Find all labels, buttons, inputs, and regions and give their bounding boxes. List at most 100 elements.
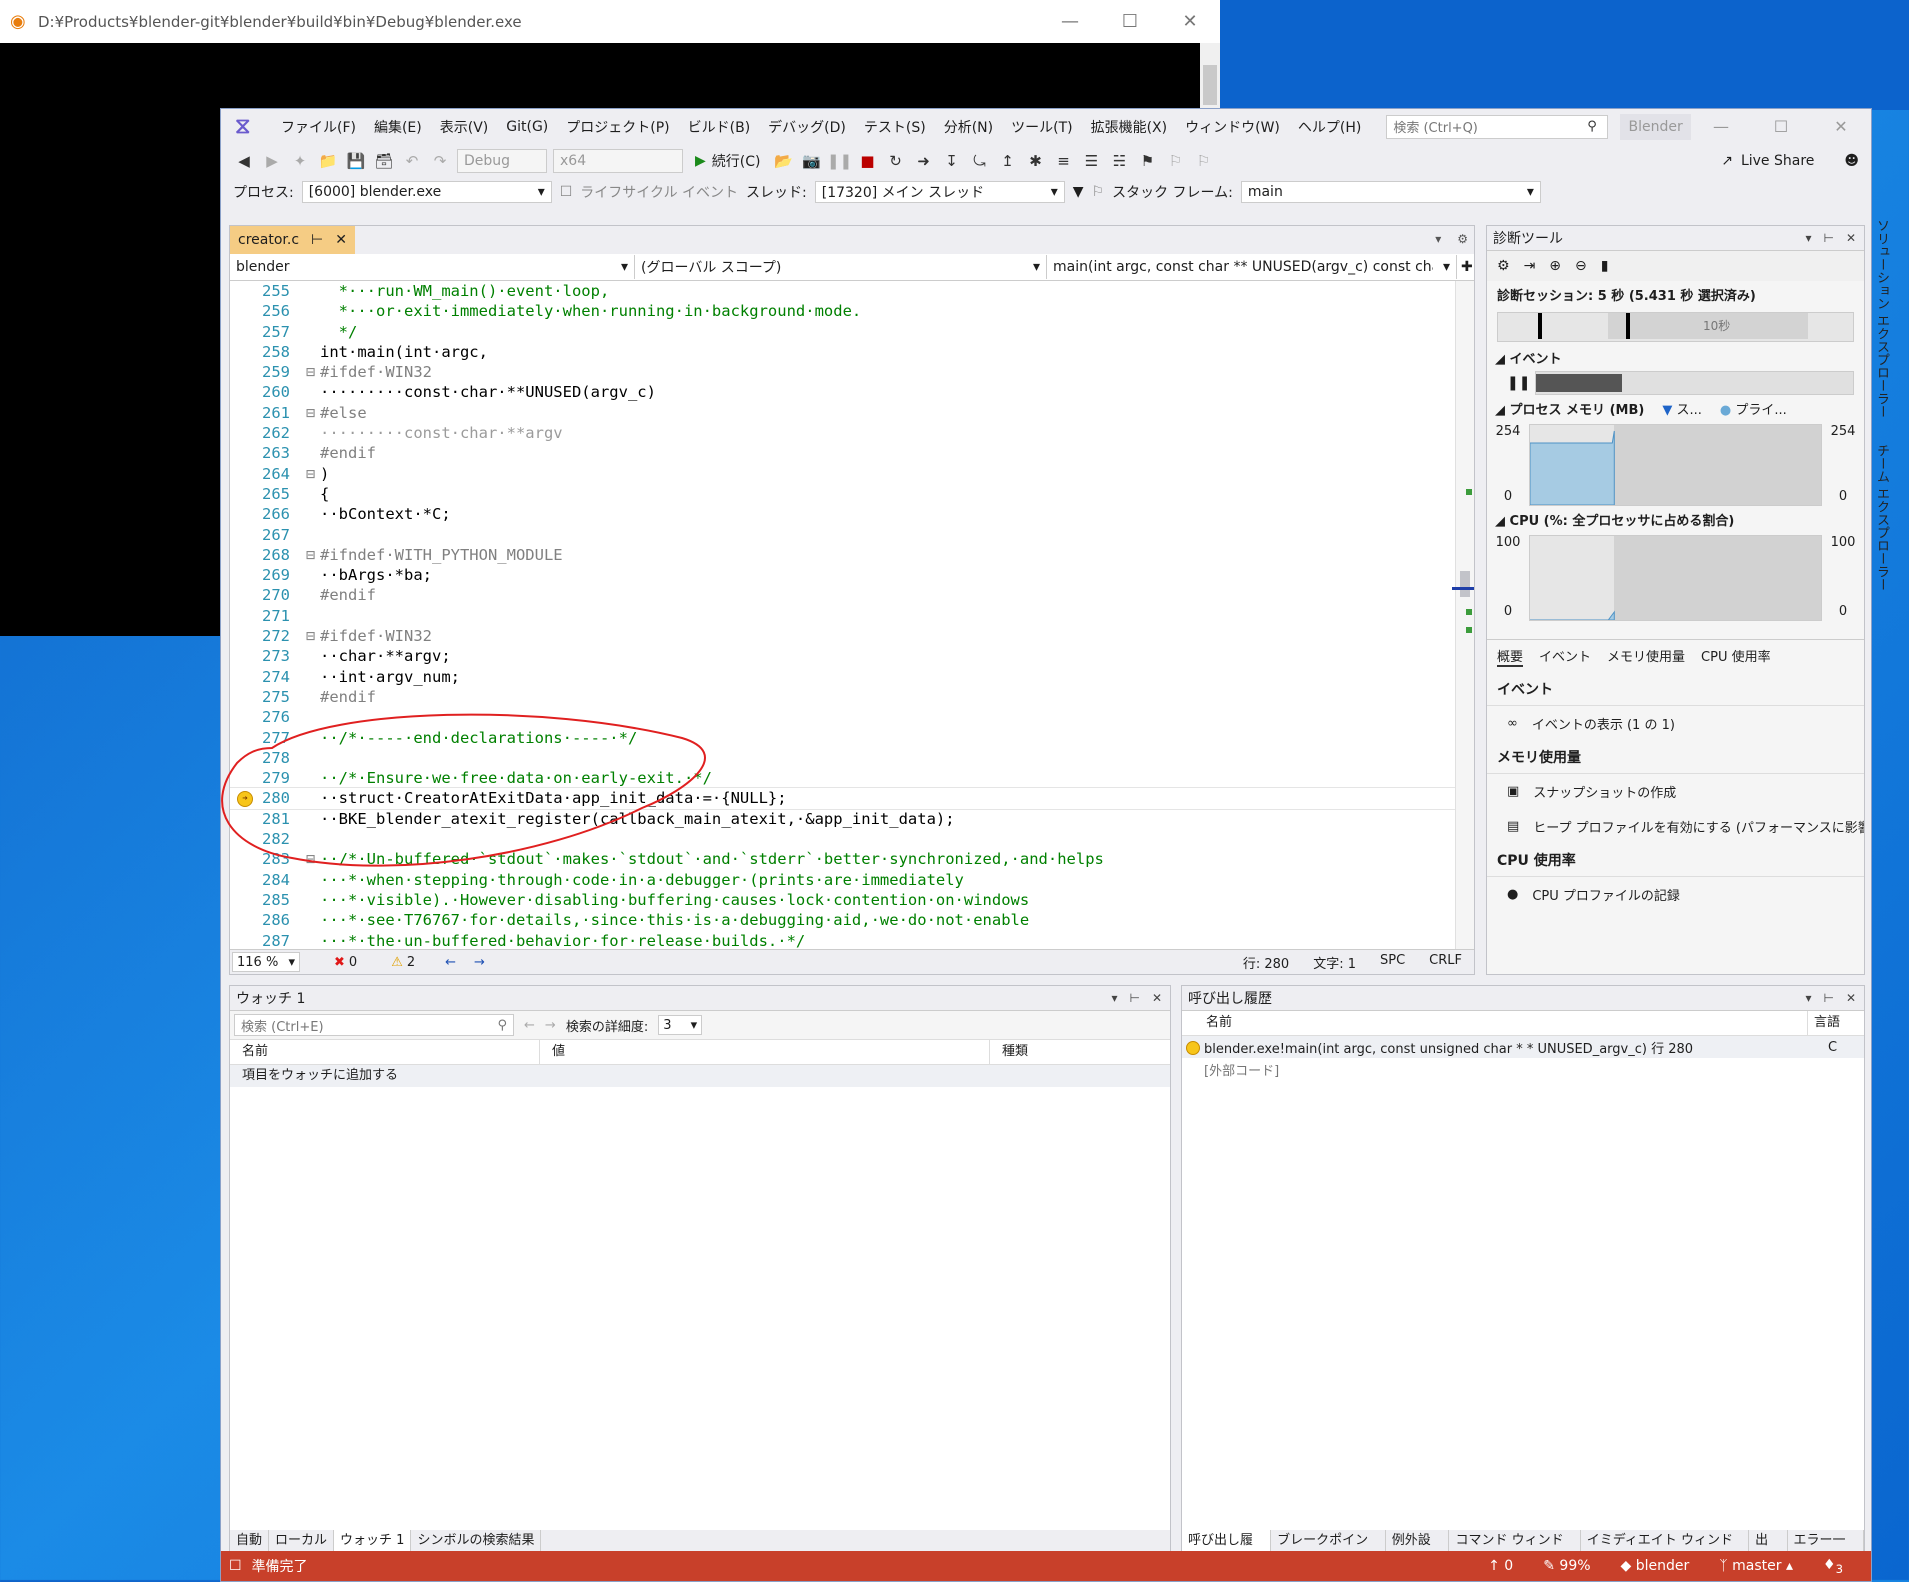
fold-toggle-icon[interactable]: ⊟	[306, 362, 320, 382]
tab-symbol-results[interactable]: シンボルの検索結果	[411, 1530, 542, 1552]
column-name[interactable]: 名前	[1182, 1011, 1808, 1035]
error-icon[interactable]: ✖	[334, 955, 345, 970]
watch-search-input[interactable]: 検索 (Ctrl+E) ⚲	[234, 1014, 514, 1036]
tab-immediate-window[interactable]: イミディエイト ウィンドウ	[1581, 1530, 1750, 1570]
settings-icon[interactable]: ⚙	[1457, 232, 1468, 246]
whitespace-info[interactable]: SPC	[1380, 953, 1405, 972]
save-icon[interactable]: 💾	[345, 150, 367, 172]
menu-debug[interactable]: デバッグ(D)	[759, 117, 855, 137]
restart-icon[interactable]: ↻	[884, 150, 906, 172]
hex-display-icon[interactable]: ✱	[1024, 150, 1046, 172]
stop-icon[interactable]: ■	[856, 150, 878, 172]
settings-icon[interactable]: ⚙	[1497, 258, 1510, 274]
scroll-thumb[interactable]	[1460, 571, 1470, 597]
tab-error-list[interactable]: エラー一覧	[1788, 1530, 1865, 1570]
tab-creator-c[interactable]: creator.c ⊢ ✕	[230, 226, 355, 254]
branch-selector[interactable]: ᛉ master ▴	[1719, 1558, 1793, 1574]
show-next-statement-icon[interactable]: ➜	[912, 150, 934, 172]
notifications-button[interactable]: ♦3	[1823, 1557, 1843, 1576]
code-line[interactable]: 269 ··bArgs·*ba;	[230, 565, 1456, 585]
code-line[interactable]: 283 ⊟ ··/*·Un-buffered·`stdout`·makes·`std…	[230, 849, 1456, 869]
events-section-header[interactable]: ◢ イベント	[1487, 346, 1864, 369]
call-stack-row[interactable]: blender.exe!main(int argc, const unsigne…	[1182, 1036, 1864, 1058]
menu-project[interactable]: プロジェクト(P)	[557, 117, 678, 137]
close-icon[interactable]: ✕	[1152, 991, 1162, 1005]
close-icon[interactable]: ✕	[1811, 117, 1871, 136]
filter-icon[interactable]: ▼	[1073, 184, 1084, 200]
navigate-forward-icon[interactable]: ▶	[261, 150, 283, 172]
show-events-link[interactable]: ∞ イベントの表示 (1 の 1)	[1487, 706, 1864, 741]
prev-issue-icon[interactable]: ←	[445, 955, 456, 970]
maximize-icon[interactable]: ☐	[1751, 117, 1811, 136]
platform-select[interactable]: x64	[553, 149, 683, 173]
code-line[interactable]: 261 ⊟ #else	[230, 403, 1456, 423]
zoom-in-icon[interactable]: ⊕	[1549, 258, 1561, 274]
tab-exception-settings[interactable]: 例外設定	[1386, 1530, 1450, 1570]
thread-icon[interactable]: ≡	[1052, 150, 1074, 172]
menu-file[interactable]: ファイル(F)	[272, 117, 365, 137]
code-line[interactable]: 282	[230, 829, 1456, 849]
step-out-icon[interactable]: ↥	[996, 150, 1018, 172]
maximize-icon[interactable]: ☐	[1100, 11, 1160, 32]
fold-toggle-icon[interactable]: ⊟	[306, 403, 320, 423]
lifecycle-icon[interactable]: ☐	[560, 184, 573, 200]
fold-toggle-icon[interactable]: ⊟	[306, 626, 320, 646]
fold-toggle-icon[interactable]: ⊟	[306, 849, 320, 869]
code-area[interactable]: 255 *···run·WM_main()·event·loop, 256 *··…	[230, 281, 1456, 949]
step-over-icon[interactable]: ⤿	[968, 150, 990, 172]
screenshot-icon[interactable]: 📷	[800, 150, 822, 172]
column-value[interactable]: 値	[540, 1040, 990, 1064]
global-search-input[interactable]: 検索 (Ctrl+Q) ⚲	[1386, 114, 1609, 139]
thread-select[interactable]: [17320] メイン スレッド ▾	[814, 181, 1065, 203]
code-line[interactable]: 258 int·main(int·argc,	[230, 342, 1456, 362]
code-line[interactable]: ➜ 280 ··struct·CreatorAtExitData·app_init_…	[230, 787, 1456, 810]
next-bookmark-icon[interactable]: ⚐	[1192, 150, 1214, 172]
code-line[interactable]: 260 ·········const·char·**UNUSED(argv_c)	[230, 382, 1456, 402]
search-back-icon[interactable]: ←	[524, 1018, 535, 1033]
tab-cpu-usage[interactable]: CPU 使用率	[1701, 646, 1771, 667]
record-cpu-profile-button[interactable]: ● CPU プロファイルの記録	[1487, 877, 1864, 912]
pause-icon[interactable]: ❚❚	[1507, 375, 1530, 391]
flag-icon[interactable]: ⚐	[1092, 184, 1105, 200]
code-line[interactable]: 267	[230, 525, 1456, 545]
tab-call-stack[interactable]: 呼び出し履歴	[1182, 1530, 1272, 1570]
code-line[interactable]: 271	[230, 606, 1456, 626]
prev-bookmark-icon[interactable]: ⚐	[1164, 150, 1186, 172]
project-dropdown[interactable]: blender ▾	[230, 255, 635, 279]
pause-icon[interactable]: ❚❚	[827, 150, 852, 172]
tab-autos[interactable]: 自動	[230, 1530, 270, 1552]
code-line[interactable]: 266 ··bContext·*C;	[230, 504, 1456, 524]
menu-view[interactable]: 表示(V)	[431, 117, 498, 137]
code-line[interactable]: 274 ··int·argv_num;	[230, 667, 1456, 687]
scope-dropdown[interactable]: (グローバル スコープ) ▾	[635, 255, 1047, 279]
pin-icon[interactable]: ⊢	[1129, 991, 1139, 1005]
code-line[interactable]: 279 ··/*·Ensure·we·free·data·on·early-exi…	[230, 768, 1456, 788]
push-commits[interactable]: ↑ 0	[1488, 1558, 1513, 1574]
pin-icon[interactable]: ⊢	[1823, 991, 1833, 1005]
code-line[interactable]: 276	[230, 707, 1456, 727]
call-stack-row[interactable]: [外部コード]	[1182, 1058, 1864, 1080]
take-snapshot-button[interactable]: ▣ スナップショットの作成	[1487, 774, 1864, 809]
tab-locals[interactable]: ローカル	[269, 1530, 335, 1552]
search-depth-select[interactable]: 3 ▾	[658, 1015, 703, 1035]
menu-test[interactable]: テスト(S)	[855, 117, 935, 137]
zoom-out-icon[interactable]: ⊖	[1575, 258, 1587, 274]
close-tab-icon[interactable]: ✕	[335, 232, 347, 248]
code-line[interactable]: 277 ··/*·----·end·declarations·----·*/	[230, 728, 1456, 748]
navigate-back-icon[interactable]: ◀	[233, 150, 255, 172]
stackframe-select[interactable]: main ▾	[1240, 181, 1541, 203]
redo-icon[interactable]: ↷	[429, 150, 451, 172]
process-select[interactable]: [6000] blender.exe ▾	[301, 181, 552, 203]
session-timeline[interactable]: 10秒	[1497, 312, 1854, 342]
zoom-select[interactable]: 116 % ▾	[232, 952, 300, 972]
menu-tools[interactable]: ツール(T)	[1002, 117, 1081, 137]
code-line[interactable]: 259 ⊟ #ifdef·WIN32	[230, 362, 1456, 382]
save-all-icon[interactable]: 🗃	[373, 150, 395, 172]
code-line[interactable]: 257 */	[230, 322, 1456, 342]
tab-list-icon[interactable]: ▾	[1435, 232, 1441, 246]
uncomment-icon[interactable]: ☵	[1108, 150, 1130, 172]
enable-heap-profile-button[interactable]: ▤ ヒープ プロファイルを有効にする (パフォーマンスに影響しま	[1487, 809, 1864, 844]
code-line[interactable]: 287 ···*·the·un-buffered·behavior·for·rel…	[230, 931, 1456, 950]
code-line[interactable]: 265 {	[230, 484, 1456, 504]
code-line[interactable]: 256 *···or·exit·immediately·when·running…	[230, 301, 1456, 321]
